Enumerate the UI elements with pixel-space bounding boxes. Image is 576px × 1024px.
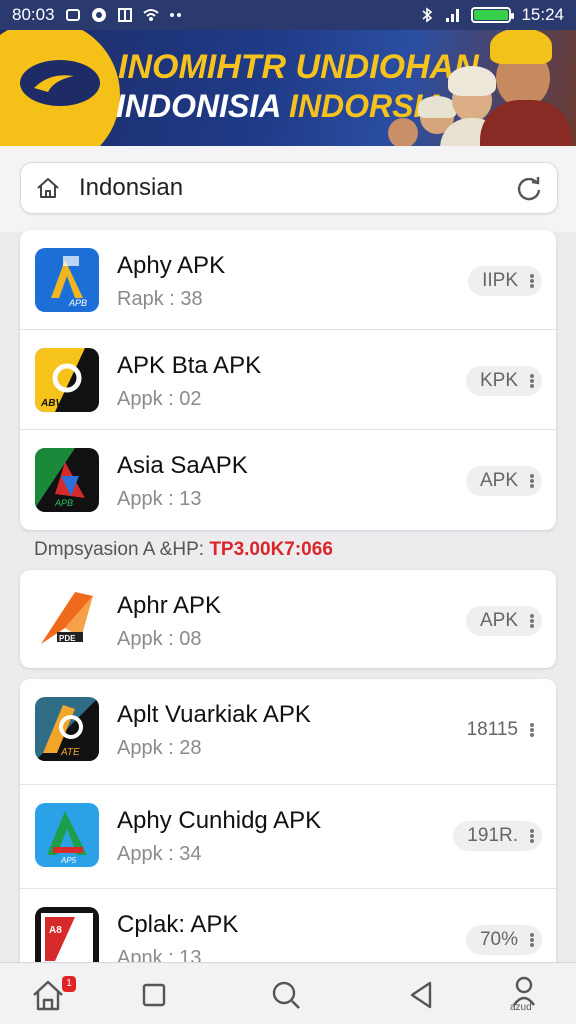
app-name: Cplak: APK — [117, 911, 239, 938]
list-item[interactable]: APB Asia SaAPK Appk : 13 APK — [20, 430, 556, 530]
svg-text:A8: A8 — [49, 925, 62, 936]
logo-mark-icon — [34, 75, 74, 92]
app-subtitle: Rapk : 38 — [117, 288, 203, 310]
svg-text:APB: APB — [54, 498, 73, 508]
home-icon[interactable] — [30, 977, 66, 1013]
section-heading: Dmpsyasion A &HP: TP3.00K7:066 — [34, 539, 333, 561]
app-name: Asia SaAPK — [117, 452, 248, 479]
app-action-label: 191R. — [467, 825, 518, 846]
more-vertical-icon[interactable] — [530, 829, 534, 843]
app-name: Aphy Cunhidg APK — [117, 807, 322, 834]
app-action-button[interactable]: KPK — [465, 366, 542, 396]
clock-left: 80:03 — [12, 5, 55, 24]
app-action-label: APK — [479, 470, 518, 491]
app-icon: ATE — [35, 697, 99, 761]
app-icon: ABV — [35, 348, 99, 412]
app-subtitle: Appk : 08 — [117, 628, 202, 650]
list-item[interactable]: AP5 Aphy Cunhidg APK Appk : 34 191R. — [20, 785, 556, 889]
back-icon[interactable] — [404, 977, 440, 1013]
more-vertical-icon[interactable] — [530, 474, 534, 488]
app-list-card-3: ATE Aplt Vuarkiak APK Appk : 28 18115 AP… — [20, 679, 556, 979]
more-icon — [169, 13, 181, 17]
app-action-button[interactable]: 70% — [465, 925, 542, 955]
section-heading-text: Dmpsyasion A &HP: — [34, 539, 205, 560]
app-notification-icon — [91, 8, 106, 22]
svg-text:APB: APB — [68, 298, 87, 308]
svg-text:AP5: AP5 — [60, 856, 77, 865]
app-icon: APB — [35, 448, 99, 512]
app-icon: PDE — [35, 588, 99, 652]
app-action-label: IIPK — [482, 270, 518, 291]
refresh-icon[interactable] — [515, 174, 543, 202]
app-name: APK Bta APK — [117, 352, 262, 379]
app-action-button[interactable]: IIPK — [468, 266, 542, 296]
status-bar: 80:03 15:24 — [0, 0, 576, 30]
notification-badge: 1 — [62, 976, 76, 992]
app-subtitle: Appk : 28 — [117, 737, 202, 759]
search-bar[interactable]: Indonsian — [20, 162, 558, 214]
book-icon — [117, 8, 132, 22]
signal-icon — [446, 9, 460, 22]
search-icon[interactable] — [268, 977, 304, 1013]
app-icon: AP5 — [35, 803, 99, 867]
profile-caption: azud — [510, 1002, 532, 1013]
app-action-button[interactable]: APK — [465, 606, 542, 636]
list-item[interactable]: ATE Aplt Vuarkiak APK Appk : 28 18115 — [20, 679, 556, 785]
bottom-navigation — [0, 962, 576, 1024]
app-name: Aphy APK — [117, 252, 226, 279]
app-action-button[interactable]: 18115 — [453, 715, 542, 745]
list-item[interactable]: ABV APK Bta APK Appk : 02 KPK — [20, 330, 556, 430]
clock-right: 15:24 — [521, 5, 564, 24]
notification-icon — [65, 9, 80, 21]
app-icon: APB — [35, 248, 99, 312]
list-item[interactable]: APB Aphy APK Rapk : 38 IIPK — [20, 230, 556, 330]
more-vertical-icon[interactable] — [530, 723, 534, 737]
app-subtitle: Appk : 13 — [117, 488, 202, 510]
banner-word-1: INDONISIA — [116, 88, 281, 124]
svg-text:PDE: PDE — [59, 634, 76, 643]
app-action-button[interactable]: APK — [465, 466, 542, 496]
more-vertical-icon[interactable] — [530, 614, 534, 628]
banner-title-line1: INOMIHTR UNDIOHAN — [118, 48, 479, 86]
list-item[interactable]: PDE Aphr APK Appk : 08 APK — [20, 570, 556, 668]
battery-icon — [471, 7, 515, 23]
more-vertical-icon[interactable] — [530, 274, 534, 288]
app-action-label: 70% — [479, 929, 518, 950]
bluetooth-icon — [422, 7, 433, 23]
app-action-label: KPK — [479, 370, 518, 391]
app-subtitle: Appk : 02 — [117, 388, 202, 410]
app-list-card-1: APB Aphy APK Rapk : 38 IIPK ABV APK Bta … — [20, 230, 556, 530]
app-name: Aphr APK — [117, 592, 222, 619]
app-action-label: APK — [479, 610, 518, 631]
app-list-card-2: PDE Aphr APK Appk : 08 APK — [20, 570, 556, 668]
home-icon[interactable] — [35, 175, 61, 201]
more-vertical-icon[interactable] — [530, 374, 534, 388]
square-icon[interactable] — [136, 977, 172, 1013]
svg-text:ATE: ATE — [60, 747, 80, 758]
app-subtitle: Appk : 34 — [117, 843, 202, 865]
search-input[interactable]: Indonsian — [79, 174, 515, 202]
wifi-icon — [142, 9, 159, 21]
app-name: Aplt Vuarkiak APK — [117, 701, 311, 728]
app-action-label: 18115 — [466, 719, 518, 740]
more-vertical-icon[interactable] — [530, 933, 534, 947]
app-action-button[interactable]: 191R. — [453, 821, 542, 851]
section-heading-highlight: TP3.00K7:066 — [209, 539, 333, 560]
svg-text:ABV: ABV — [40, 398, 63, 409]
